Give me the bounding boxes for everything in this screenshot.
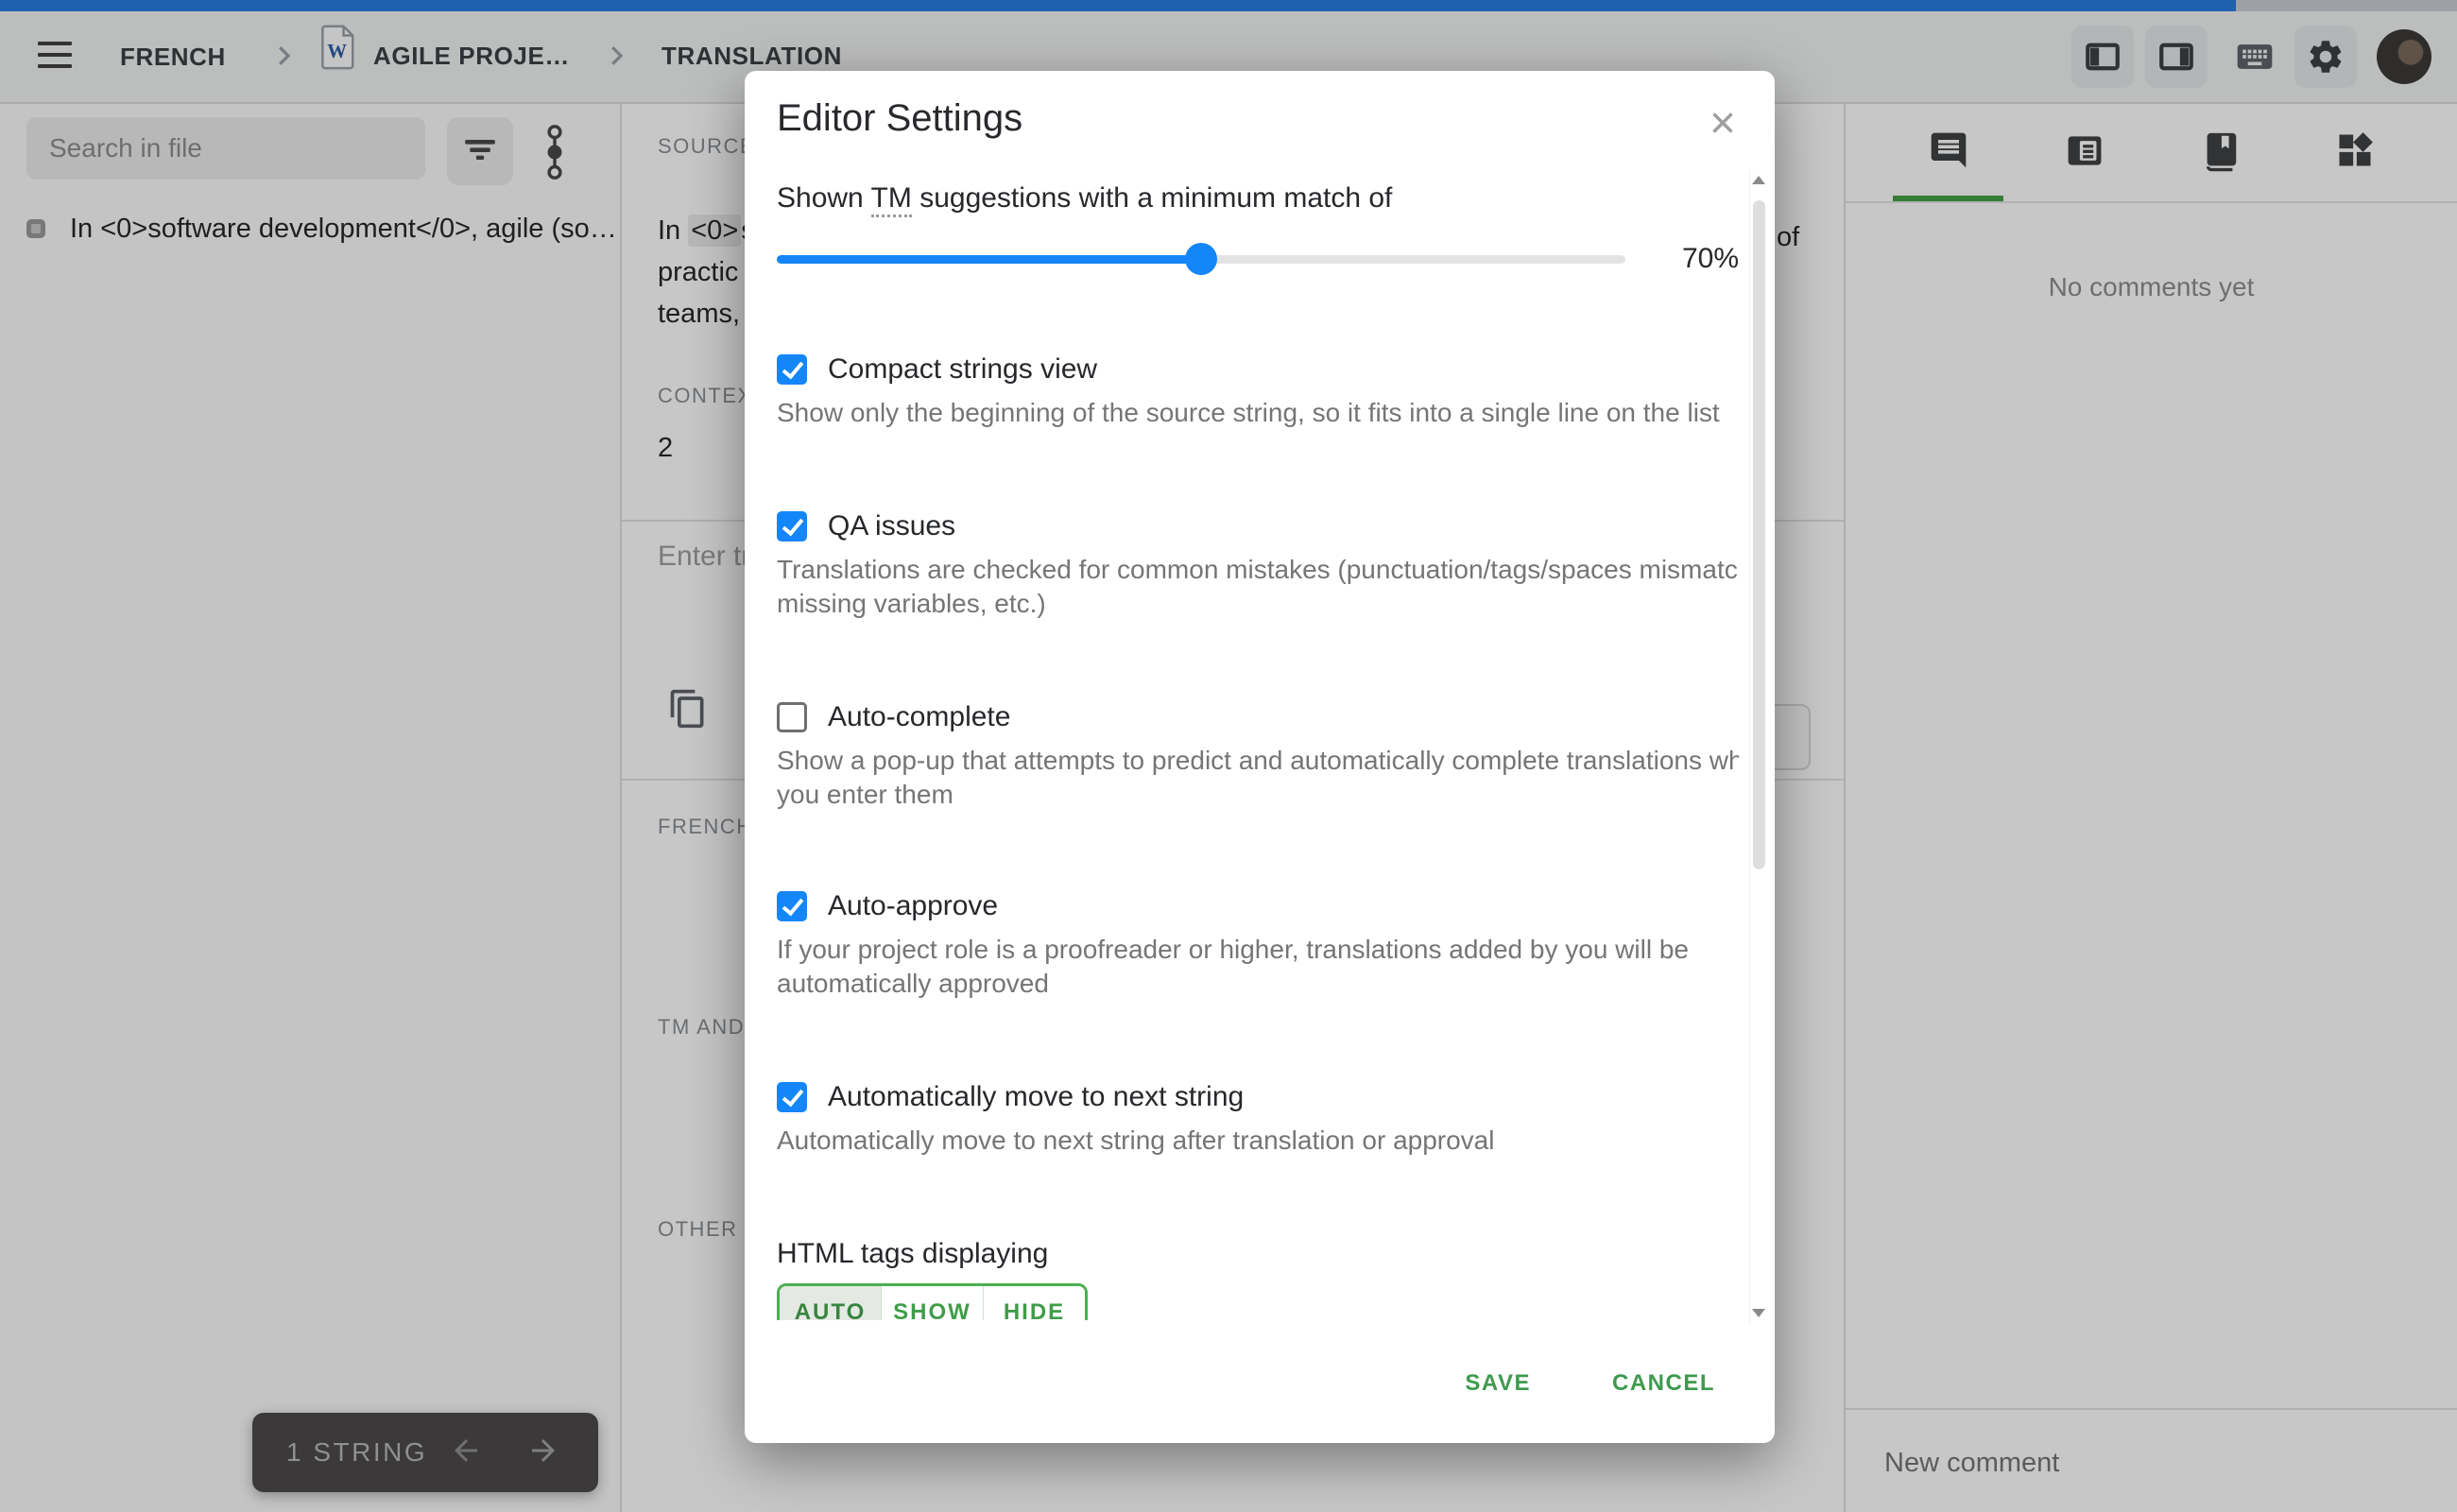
setting-description: Automatically move to next string after …: [777, 1124, 1739, 1158]
scroll-down-icon[interactable]: [1752, 1309, 1765, 1317]
checkbox-auto-complete[interactable]: [777, 702, 807, 732]
setting-auto-complete: Auto-complete Show a pop-up that attempt…: [777, 698, 1739, 812]
modal-footer: SAVE CANCEL: [1465, 1360, 1715, 1407]
close-icon[interactable]: [1705, 105, 1741, 146]
modal-title: Editor Settings: [777, 97, 1022, 140]
setting-label[interactable]: Auto-complete: [828, 701, 1010, 733]
checkbox-qa-issues[interactable]: [777, 511, 807, 541]
tm-match-slider[interactable]: [777, 240, 1625, 278]
checkbox-auto-approve[interactable]: [777, 891, 807, 921]
setting-description: Show only the beginning of the source st…: [777, 396, 1739, 430]
segment-show[interactable]: SHOW: [881, 1286, 983, 1320]
setting-description: If your project role is a proofreader or…: [777, 933, 1739, 967]
segment-hide[interactable]: HIDE: [983, 1286, 1085, 1320]
modal-scrollbar[interactable]: [1749, 170, 1767, 1323]
setting-label[interactable]: Auto-approve: [828, 890, 998, 922]
setting-description: Translations are checked for common mist…: [777, 553, 1739, 587]
setting-description: missing variables, etc.): [777, 587, 1739, 621]
save-button[interactable]: SAVE: [1465, 1370, 1531, 1397]
scrollbar-thumb[interactable]: [1753, 200, 1765, 869]
checkbox-compact-strings[interactable]: [777, 354, 807, 385]
html-tags-heading: HTML tags displaying: [777, 1235, 1739, 1273]
modal-scroll-area: Shown TM suggestions with a minimum matc…: [745, 165, 1739, 1320]
checkbox-auto-move[interactable]: [777, 1082, 807, 1112]
setting-auto-approve: Auto-approve If your project role is a p…: [777, 887, 1739, 1001]
setting-description: you enter them: [777, 778, 1739, 812]
tm-match-label: Shown TM suggestions with a minimum matc…: [777, 180, 1739, 217]
html-tags-segmented-control: AUTO SHOW HIDE: [777, 1283, 1088, 1320]
tm-match-value: 70%: [1654, 243, 1739, 275]
setting-auto-move: Automatically move to next string Automa…: [777, 1078, 1739, 1158]
setting-label[interactable]: Compact strings view: [828, 353, 1097, 386]
editor-settings-modal: Editor Settings Shown TM suggestions wit…: [745, 71, 1775, 1443]
tm-abbr: TM: [871, 182, 912, 217]
setting-compact-strings: Compact strings view Show only the begin…: [777, 351, 1739, 430]
scroll-up-icon[interactable]: [1752, 176, 1765, 184]
setting-description: Show a pop-up that attempts to predict a…: [777, 744, 1739, 778]
setting-label[interactable]: QA issues: [828, 510, 955, 542]
setting-description: automatically approved: [777, 967, 1739, 1001]
setting-label[interactable]: Automatically move to next string: [828, 1081, 1244, 1113]
slider-thumb[interactable]: [1185, 243, 1217, 275]
setting-qa-issues: QA issues Translations are checked for c…: [777, 507, 1739, 621]
tm-match-slider-row: 70%: [777, 240, 1739, 278]
cancel-button[interactable]: CANCEL: [1612, 1370, 1715, 1397]
segment-auto[interactable]: AUTO: [780, 1286, 881, 1320]
